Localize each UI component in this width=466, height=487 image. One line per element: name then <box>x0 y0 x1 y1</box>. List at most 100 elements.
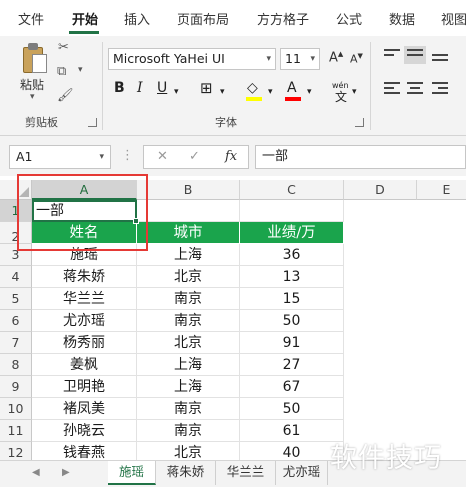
borders-icon[interactable]: ⊞ <box>200 80 213 96</box>
align-left-icon[interactable] <box>384 82 400 94</box>
table-cell[interactable]: 钱春燕 <box>32 442 137 460</box>
format-painter-icon[interactable]: 🖌 <box>57 88 74 103</box>
table-cell[interactable]: 卫明艳 <box>32 376 137 398</box>
font-size-select[interactable]: 11 ▾ <box>280 48 320 70</box>
align-right-icon[interactable] <box>432 82 448 94</box>
table-cell[interactable]: 15 <box>240 288 344 310</box>
copy-icon[interactable]: ⧉ <box>57 64 66 79</box>
sheet-tab[interactable]: 华兰兰 <box>216 461 276 485</box>
scroll-left-icon[interactable]: ◀ <box>32 467 40 478</box>
column-header-b[interactable]: B <box>137 180 240 200</box>
formula-input[interactable]: 一部 <box>255 145 466 169</box>
tab-insert[interactable]: 插入 <box>124 9 150 28</box>
phonetic-dropdown-icon[interactable]: ▾ <box>352 84 357 100</box>
row-header[interactable]: 10 <box>0 398 32 420</box>
table-cell[interactable]: 尤亦瑶 <box>32 310 137 332</box>
row-header[interactable]: 11 <box>0 420 32 442</box>
increase-font-icon[interactable]: A▲ <box>329 50 343 65</box>
table-cell[interactable]: 27 <box>240 354 344 376</box>
paste-dropdown-icon[interactable]: ▾ <box>30 92 35 102</box>
bold-button[interactable]: B <box>114 80 125 96</box>
row-header[interactable]: 7 <box>0 332 32 354</box>
font-size-value: 11 <box>285 51 301 66</box>
table-header-performance[interactable]: 业绩/万 <box>240 222 344 244</box>
table-cell[interactable]: 上海 <box>137 244 240 266</box>
table-cell[interactable]: 67 <box>240 376 344 398</box>
table-cell[interactable]: 南京 <box>137 398 240 420</box>
row-header[interactable]: 8 <box>0 354 32 376</box>
table-cell[interactable]: 孙晓云 <box>32 420 137 442</box>
tab-data[interactable]: 数据 <box>389 9 415 28</box>
table-cell[interactable]: 36 <box>240 244 344 266</box>
tab-fangfang-gezi[interactable]: 方方格子 <box>257 9 309 28</box>
font-color-icon[interactable]: A <box>287 80 297 96</box>
cut-icon[interactable]: ✂ <box>58 40 69 55</box>
row-header[interactable]: 4 <box>0 266 32 288</box>
font-name-value: Microsoft YaHei UI <box>113 51 225 66</box>
clipboard-launcher-icon[interactable] <box>88 118 97 127</box>
sheet-tab[interactable]: 尤亦瑶 <box>276 461 328 485</box>
font-name-select[interactable]: Microsoft YaHei UI ▾ <box>108 48 276 70</box>
row-header[interactable]: 6 <box>0 310 32 332</box>
table-cell[interactable]: 91 <box>240 332 344 354</box>
underline-button[interactable]: U <box>157 80 167 96</box>
fill-color-icon[interactable]: ◇ <box>247 80 258 96</box>
row-header[interactable]: 12 <box>0 442 32 460</box>
name-box[interactable]: A1 ▾ <box>9 145 111 169</box>
table-cell[interactable]: 杨秀丽 <box>32 332 137 354</box>
tab-file[interactable]: 文件 <box>18 9 44 28</box>
column-header-e[interactable]: E <box>417 180 466 200</box>
table-cell[interactable]: 61 <box>240 420 344 442</box>
font-color-swatch <box>285 97 301 101</box>
font-launcher-icon[interactable] <box>355 118 364 127</box>
table-cell[interactable]: 40 <box>240 442 344 460</box>
sheet-tab[interactable]: 蒋朱娇 <box>156 461 216 485</box>
decrease-font-icon[interactable]: A▼ <box>350 52 363 66</box>
copy-dropdown-icon[interactable]: ▾ <box>78 65 83 75</box>
align-middle-icon[interactable] <box>404 46 426 64</box>
cancel-icon[interactable]: ✕ <box>157 149 168 164</box>
scroll-right-icon[interactable]: ▶ <box>62 467 70 478</box>
sheet-tab-active[interactable]: 施瑶 <box>108 461 156 485</box>
tab-formulas[interactable]: 公式 <box>336 9 362 28</box>
insert-function-icon[interactable]: fx <box>225 149 237 164</box>
font-color-dropdown-icon[interactable]: ▾ <box>307 84 312 100</box>
tab-view[interactable]: 视图 <box>441 9 466 28</box>
table-cell[interactable]: 南京 <box>137 420 240 442</box>
table-cell[interactable]: 北京 <box>137 266 240 288</box>
paste-button-label[interactable]: 粘贴 <box>20 76 44 93</box>
row-header[interactable]: 9 <box>0 376 32 398</box>
row-header[interactable]: 5 <box>0 288 32 310</box>
table-cell[interactable]: 姜枫 <box>32 354 137 376</box>
align-top-icon[interactable] <box>384 49 400 61</box>
column-header-d[interactable]: D <box>344 180 417 200</box>
align-bottom-icon[interactable] <box>432 49 448 61</box>
italic-button[interactable]: I <box>137 80 143 96</box>
column-header-c[interactable]: C <box>240 180 344 200</box>
table-cell[interactable]: 褚凤美 <box>32 398 137 420</box>
align-center-icon[interactable] <box>407 82 423 94</box>
fill-color-swatch <box>246 97 262 101</box>
table-cell[interactable]: 华兰兰 <box>32 288 137 310</box>
table-cell[interactable]: 南京 <box>137 288 240 310</box>
table-cell[interactable]: 上海 <box>137 354 240 376</box>
table-cell[interactable]: 北京 <box>137 442 240 460</box>
table-cell[interactable]: 蒋朱娇 <box>32 266 137 288</box>
cell-c1[interactable] <box>240 200 344 222</box>
tab-home[interactable]: 开始 <box>72 9 98 28</box>
table-cell[interactable]: 13 <box>240 266 344 288</box>
cell-b1[interactable] <box>137 200 240 222</box>
table-cell[interactable]: 50 <box>240 310 344 332</box>
underline-dropdown-icon[interactable]: ▾ <box>174 84 179 100</box>
paste-icon[interactable] <box>20 42 48 74</box>
table-cell[interactable]: 上海 <box>137 376 240 398</box>
table-cell[interactable]: 50 <box>240 398 344 420</box>
tab-page-layout[interactable]: 页面布局 <box>177 9 229 28</box>
fill-color-dropdown-icon[interactable]: ▾ <box>268 84 273 100</box>
table-cell[interactable]: 北京 <box>137 332 240 354</box>
table-header-city[interactable]: 城市 <box>137 222 240 244</box>
phonetic-char-icon: 文 <box>335 90 348 104</box>
table-cell[interactable]: 南京 <box>137 310 240 332</box>
borders-dropdown-icon[interactable]: ▾ <box>220 84 225 100</box>
enter-icon[interactable]: ✓ <box>189 149 200 164</box>
